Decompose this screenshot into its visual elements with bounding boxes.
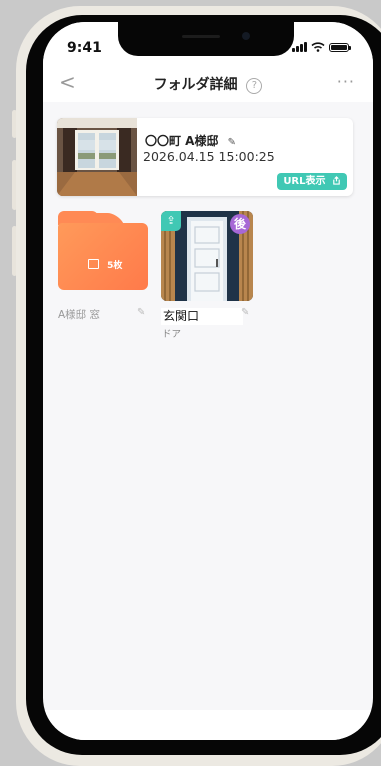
- speaker: [182, 35, 220, 38]
- phone-notch: [118, 22, 294, 56]
- subfolder-tile[interactable]: 5枚: [58, 211, 148, 301]
- status-icons: [292, 42, 351, 52]
- phone-screen: 9:41 < フォルダ詳細 ? ··· 〇〇町 A様邸 ✎ 2026.04.15…: [43, 22, 373, 740]
- folder-name-row: 〇〇町 A様邸 ✎: [145, 132, 236, 149]
- photo-tile[interactable]: ⇪ 後: [161, 211, 253, 301]
- photo-count-text: 5枚: [107, 261, 123, 271]
- folder-body: 5枚: [58, 223, 148, 290]
- url-display-button[interactable]: URL表示: [277, 173, 347, 190]
- folder-datetime: 2026.04.15 15:00:25: [143, 149, 275, 164]
- share-icon: [333, 176, 340, 185]
- battery-icon: [329, 42, 351, 52]
- more-dots-icon[interactable]: ···: [337, 72, 355, 91]
- page-title-text: フォルダ詳細: [153, 77, 238, 93]
- help-circle-icon[interactable]: ?: [246, 78, 263, 94]
- folder-cover-photo: [57, 118, 137, 196]
- url-display-label: URL表示: [283, 176, 326, 187]
- camera: [242, 32, 250, 40]
- later-badge: 後: [230, 214, 250, 234]
- wifi-icon: [311, 42, 325, 52]
- share-icon[interactable]: ⇪: [161, 211, 181, 231]
- image-icon: [88, 259, 99, 269]
- pencil-icon[interactable]: ✎: [228, 137, 236, 148]
- folder-info-card[interactable]: 〇〇町 A様邸 ✎ 2026.04.15 15:00:25 URL表示: [57, 118, 353, 196]
- photo-caption[interactable]: 玄関口: [161, 308, 243, 325]
- photo-count: 5枚: [88, 258, 122, 271]
- status-time: 9:41: [67, 40, 102, 56]
- pencil-icon[interactable]: ✎: [137, 307, 145, 318]
- subfolder-caption: A様邸 窓: [58, 309, 101, 321]
- signal-icon: [292, 42, 307, 52]
- page-title: フォルダ詳細 ?: [43, 74, 373, 94]
- pencil-icon[interactable]: ✎: [241, 307, 249, 318]
- bottom-bar: [43, 710, 373, 740]
- photo-subcaption: ドア: [162, 329, 182, 340]
- nav-bar: < フォルダ詳細 ? ···: [43, 66, 373, 102]
- folder-name: 〇〇町 A様邸: [145, 134, 219, 148]
